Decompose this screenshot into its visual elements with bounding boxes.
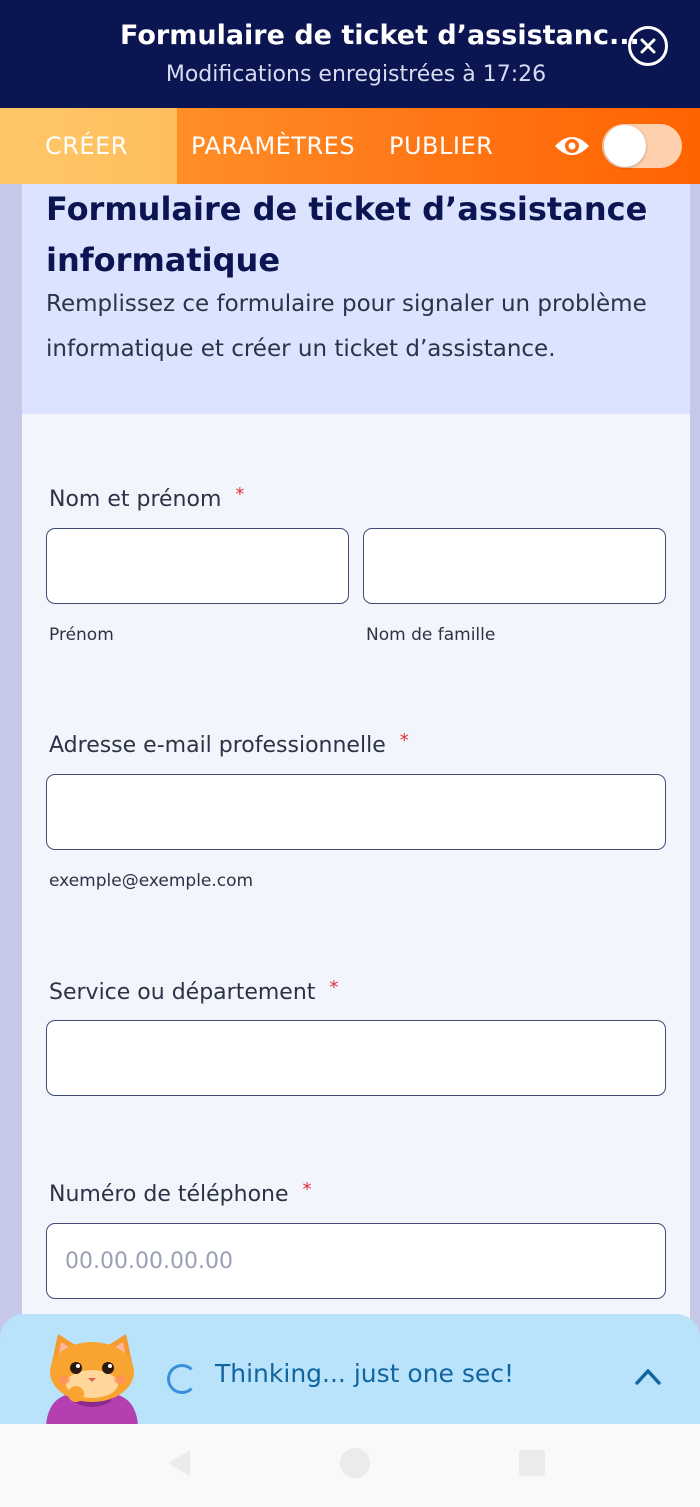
close-button[interactable] bbox=[628, 26, 668, 66]
form-description[interactable]: Remplissez ce formulaire pour signaler u… bbox=[46, 282, 671, 372]
phone-label[interactable]: Numéro de téléphone * bbox=[49, 1179, 312, 1207]
name-label-text: Nom et prénom bbox=[49, 487, 222, 512]
ai-assistant-bar[interactable]: Thinking... just one sec! bbox=[0, 1314, 700, 1426]
preview-eye-icon[interactable] bbox=[553, 132, 591, 160]
required-marker: * bbox=[329, 977, 339, 998]
email-field[interactable] bbox=[46, 774, 666, 850]
phone-label-text: Numéro de téléphone bbox=[49, 1182, 289, 1207]
last-name-field[interactable] bbox=[363, 528, 666, 604]
builder-tabs: CRÉER PARAMÈTRES PUBLIER bbox=[0, 108, 700, 184]
phone-input[interactable] bbox=[47, 1224, 665, 1298]
email-input[interactable] bbox=[47, 775, 665, 849]
home-icon[interactable] bbox=[340, 1448, 370, 1478]
recents-icon[interactable] bbox=[519, 1450, 545, 1476]
required-marker: * bbox=[302, 1179, 312, 1200]
system-nav-bar bbox=[0, 1424, 700, 1507]
form-card: Formulaire de ticket d’assistance inform… bbox=[22, 184, 690, 1324]
phone-field[interactable] bbox=[46, 1223, 666, 1299]
first-name-input[interactable] bbox=[47, 529, 348, 603]
tab-create[interactable]: CRÉER bbox=[0, 108, 177, 184]
tab-settings[interactable]: PARAMÈTRES bbox=[191, 108, 355, 184]
last-name-input[interactable] bbox=[364, 529, 665, 603]
form-name-title: Formulaire de ticket d’assistanc... bbox=[120, 20, 640, 51]
form-title[interactable]: Formulaire de ticket d’assistance inform… bbox=[46, 184, 666, 286]
app-header: Formulaire de ticket d’assistanc... Modi… bbox=[0, 0, 700, 108]
name-label[interactable]: Nom et prénom * bbox=[49, 484, 245, 512]
assistant-status-text: Thinking... just one sec! bbox=[215, 1359, 515, 1388]
cat-mascot-icon bbox=[46, 1334, 138, 1426]
department-field[interactable] bbox=[46, 1020, 666, 1096]
first-name-field[interactable] bbox=[46, 528, 349, 604]
email-sublabel: exemple@exemple.com bbox=[49, 871, 254, 891]
first-name-sublabel: Prénom bbox=[49, 625, 114, 645]
tab-publish[interactable]: PUBLIER bbox=[389, 108, 493, 184]
toggle-knob bbox=[604, 125, 646, 167]
form-header: Formulaire de ticket d’assistance inform… bbox=[22, 184, 690, 414]
last-name-sublabel: Nom de famille bbox=[366, 625, 496, 645]
department-input[interactable] bbox=[47, 1021, 665, 1095]
close-icon bbox=[640, 38, 656, 54]
email-label[interactable]: Adresse e-mail professionnelle * bbox=[49, 730, 409, 758]
chevron-up-icon[interactable] bbox=[634, 1366, 662, 1386]
tab-create-label: CRÉER bbox=[45, 132, 128, 160]
back-icon[interactable] bbox=[166, 1448, 192, 1478]
preview-toggle[interactable] bbox=[602, 124, 682, 168]
department-label[interactable]: Service ou département * bbox=[49, 977, 339, 1005]
required-marker: * bbox=[235, 484, 245, 505]
loading-spinner-icon bbox=[167, 1364, 197, 1394]
email-label-text: Adresse e-mail professionnelle bbox=[49, 733, 386, 758]
save-status: Modifications enregistrées à 17:26 bbox=[165, 62, 547, 87]
department-label-text: Service ou département bbox=[49, 980, 316, 1005]
required-marker: * bbox=[399, 730, 409, 751]
